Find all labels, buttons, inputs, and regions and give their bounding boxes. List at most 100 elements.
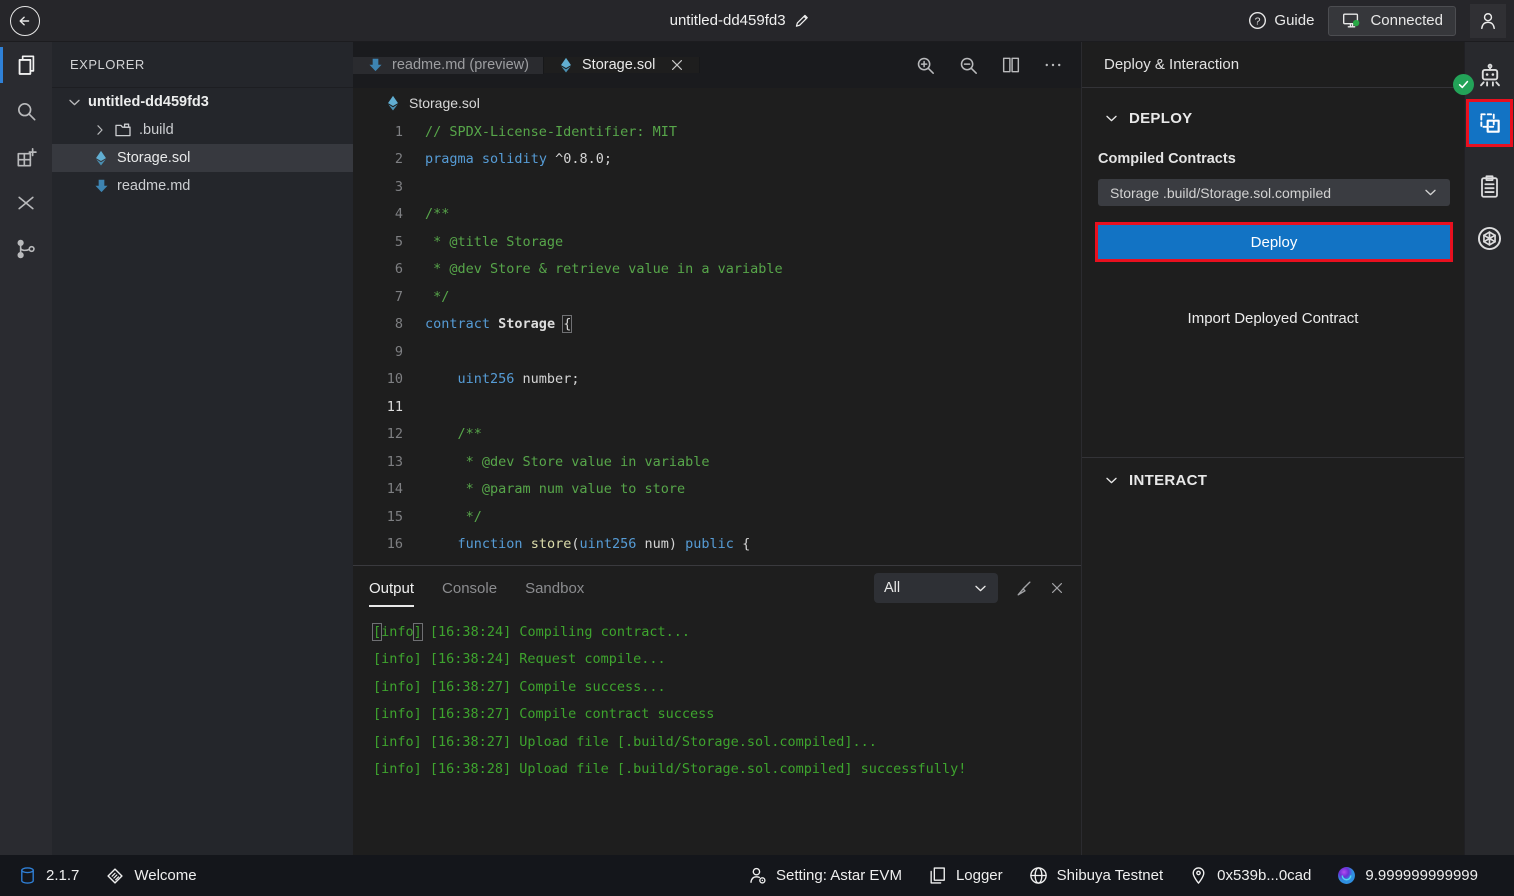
line-number[interactable]: 3 xyxy=(353,179,425,195)
code-text: pragma solidity ^0.8.0; xyxy=(425,151,612,167)
collapse-icon xyxy=(15,192,37,214)
guide-button[interactable]: ? Guide xyxy=(1248,11,1314,30)
code-line[interactable]: 7 */ xyxy=(353,283,1081,311)
more-actions-button[interactable] xyxy=(1043,55,1063,75)
line-number[interactable]: 12 xyxy=(353,426,425,442)
line-number[interactable]: 5 xyxy=(353,234,425,250)
chatgpt-button[interactable] xyxy=(1464,212,1514,264)
deploy-panel-tab[interactable] xyxy=(1469,102,1510,144)
log-line: [info] [16:38:28] Upload file [.build/St… xyxy=(353,756,1081,784)
code-line[interactable]: 9 xyxy=(353,338,1081,366)
code-line[interactable]: 12 /** xyxy=(353,421,1081,449)
code-line[interactable]: 2pragma solidity ^0.8.0; xyxy=(353,146,1081,174)
handshake-icon xyxy=(105,866,125,886)
line-number[interactable]: 8 xyxy=(353,316,425,332)
code-line[interactable]: 5 * @title Storage xyxy=(353,228,1081,256)
chevron-down-icon xyxy=(67,95,82,110)
activity-item-source-control[interactable] xyxy=(0,226,52,272)
tab-storage-sol[interactable]: Storage.sol xyxy=(544,57,700,73)
line-number[interactable]: 7 xyxy=(353,289,425,305)
code-line[interactable]: 15 */ xyxy=(353,503,1081,531)
log-line: [info] [16:38:24] Compiling contract... xyxy=(353,618,1081,646)
back-button[interactable] xyxy=(10,6,40,36)
status-item-version[interactable]: 2.1.7 xyxy=(18,866,79,885)
tree-root[interactable]: untitled-dd459fd3 xyxy=(52,88,353,116)
deploy-button[interactable]: Deploy xyxy=(1098,225,1450,259)
activity-bar xyxy=(0,42,52,855)
log-line: [info] [16:38:24] Request compile... xyxy=(353,646,1081,674)
tab-readme-md-preview[interactable]: readme.md (preview) xyxy=(353,57,544,74)
code-line[interactable]: 16 function store(uint256 num) public { xyxy=(353,531,1081,559)
status-item-balance[interactable]: 9.999999999999 xyxy=(1337,866,1478,885)
code-text: */ xyxy=(425,509,482,525)
interact-section-label: INTERACT xyxy=(1129,472,1207,489)
status-item-network[interactable]: Shibuya Testnet xyxy=(1029,866,1163,885)
status-item-chain-setting[interactable]: Setting: Astar EVM xyxy=(748,866,902,885)
status-label: Setting: Astar EVM xyxy=(776,867,902,884)
close-panel-button[interactable] xyxy=(1049,580,1065,596)
breadcrumb[interactable]: Storage.sol xyxy=(353,88,1081,118)
panel-tab-sandbox[interactable]: Sandbox xyxy=(525,570,584,607)
code-line[interactable]: 13 * @dev Store value in variable xyxy=(353,448,1081,476)
line-number[interactable]: 16 xyxy=(353,536,425,552)
zoom-out-button[interactable] xyxy=(958,55,979,76)
tabs: readme.md (preview)Storage.sol xyxy=(353,42,700,88)
line-number[interactable]: 6 xyxy=(353,261,425,277)
deploy-section-header[interactable]: DEPLOY xyxy=(1082,110,1464,127)
compiled-contract-select[interactable]: Storage .build/Storage.sol.compiled xyxy=(1098,179,1450,206)
ai-assistant-button[interactable] xyxy=(1465,50,1514,102)
code-line[interactable]: 11 xyxy=(353,393,1081,421)
tree-item-build[interactable]: .build xyxy=(52,116,353,144)
user-avatar-button[interactable] xyxy=(1470,4,1506,38)
line-number[interactable]: 15 xyxy=(353,509,425,525)
status-label: Shibuya Testnet xyxy=(1057,867,1163,884)
tree-item-readme-md[interactable]: readme.md xyxy=(52,172,353,200)
robot-icon xyxy=(1477,63,1503,89)
panel-tab-output[interactable]: Output xyxy=(369,570,414,607)
status-item-welcome[interactable]: Welcome xyxy=(105,866,196,886)
statusbar: 2.1.7 Welcome Setting: Astar EVM Logger Shi… xyxy=(0,855,1514,896)
rename-workspace-icon[interactable] xyxy=(794,12,811,29)
code-line[interactable]: 10 uint256 number; xyxy=(353,366,1081,394)
deploy-squares-icon xyxy=(1477,110,1503,136)
interact-section-header[interactable]: INTERACT xyxy=(1082,472,1464,489)
code-line[interactable]: 14 * @param num value to store xyxy=(353,476,1081,504)
tree-item-storage-sol[interactable]: Storage.sol xyxy=(52,144,353,172)
line-number[interactable]: 14 xyxy=(353,481,425,497)
clear-output-button[interactable] xyxy=(1014,579,1033,598)
log-filter-select[interactable]: All xyxy=(874,573,998,603)
zoom-in-button[interactable] xyxy=(915,55,936,76)
code-line[interactable]: 3 xyxy=(353,173,1081,201)
status-item-wallet-address[interactable]: 0x539b...0cad xyxy=(1189,866,1311,885)
output-panel-header: Output Console Sandbox All xyxy=(353,566,1081,610)
split-editor-button[interactable] xyxy=(1001,55,1021,75)
code-line[interactable]: 6 * @dev Store & retrieve value in a var… xyxy=(353,256,1081,284)
code-editor: Storage.sol 1// SPDX-License-Identifier:… xyxy=(353,88,1081,565)
line-number[interactable]: 10 xyxy=(353,371,425,387)
line-number[interactable]: 2 xyxy=(353,151,425,167)
close-tab-button[interactable] xyxy=(669,57,685,73)
code-line[interactable]: 4/** xyxy=(353,201,1081,229)
line-number[interactable]: 11 xyxy=(353,399,425,415)
code-lines: 1// SPDX-License-Identifier: MIT2pragma … xyxy=(353,118,1081,558)
code-line[interactable]: 8contract Storage { xyxy=(353,311,1081,339)
line-number[interactable]: 9 xyxy=(353,344,425,360)
activity-item-plugins[interactable] xyxy=(0,180,52,226)
import-deployed-contract-link[interactable]: Import Deployed Contract xyxy=(1082,310,1464,327)
activity-item-search[interactable] xyxy=(0,88,52,134)
activity-item-extensions[interactable] xyxy=(0,134,52,180)
status-item-logger[interactable]: Logger xyxy=(928,866,1003,885)
panel-tab-console[interactable]: Console xyxy=(442,570,497,607)
activity-item-explorer[interactable] xyxy=(0,42,52,88)
line-number[interactable]: 1 xyxy=(353,124,425,140)
code-text: contract Storage { xyxy=(425,316,571,332)
code-line[interactable]: 1// SPDX-License-Identifier: MIT xyxy=(353,118,1081,146)
task-list-button[interactable] xyxy=(1464,160,1514,212)
close-icon xyxy=(669,57,685,73)
connected-button[interactable]: Connected xyxy=(1328,6,1456,36)
line-number[interactable]: 13 xyxy=(353,454,425,470)
ethereum-icon xyxy=(385,95,401,111)
tree-item-label: .build xyxy=(139,122,174,138)
line-number[interactable]: 4 xyxy=(353,206,425,222)
log-line: [info] [16:38:27] Compile success... xyxy=(353,673,1081,701)
